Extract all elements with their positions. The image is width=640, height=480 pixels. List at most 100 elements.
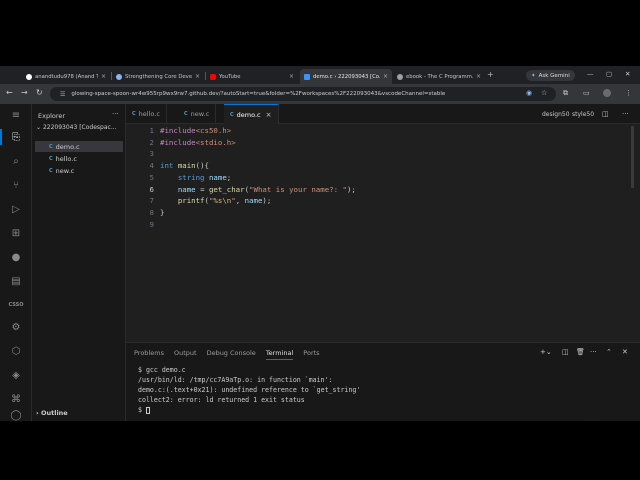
c-file-icon: C <box>184 111 188 117</box>
panel-tab-problems[interactable]: Problems <box>134 347 164 360</box>
code-line: name = get_char("What is your name?: "); <box>177 184 356 194</box>
browser-tab-github[interactable]: anandtudu978 (Anand Tu... × <box>22 69 110 84</box>
browser-menu-icon[interactable]: ⋮ <box>625 89 632 97</box>
forward-icon[interactable]: → <box>21 88 28 97</box>
minimize-icon[interactable]: — <box>587 70 594 78</box>
design50-button[interactable]: design50 <box>542 111 570 118</box>
line-number: 5 <box>149 172 154 182</box>
terminal-output[interactable]: $ gcc demo.c /usr/bin/ld: /tmp/cc7A9aTp.… <box>138 365 628 415</box>
close-panel-icon[interactable]: ✕ <box>622 348 628 356</box>
more-actions-icon[interactable]: ··· <box>590 348 597 356</box>
close-icon[interactable]: × <box>266 111 272 119</box>
code-line: } <box>160 207 165 217</box>
panel-tabs: Problems Output Debug Console Terminal P… <box>134 347 330 360</box>
panel-tab-output[interactable]: Output <box>174 347 197 360</box>
line-number: 7 <box>149 196 154 206</box>
python-icon[interactable]: ◈ <box>0 370 32 381</box>
menu-icon[interactable]: ≡ <box>0 110 32 121</box>
ask-gemini-button[interactable]: ✦ Ask Gemini <box>526 70 575 81</box>
c-file-icon: C <box>132 111 136 117</box>
code-line: #include<stdio.h> <box>160 137 236 147</box>
close-icon[interactable]: × <box>101 73 106 80</box>
line-number: 1 <box>149 126 154 135</box>
search-icon[interactable]: ⌕ <box>0 156 32 167</box>
explorer-icon[interactable]: ⎘ <box>0 129 32 145</box>
panel-tab-terminal[interactable]: Terminal <box>265 347 294 360</box>
code-line: string name; <box>177 172 232 182</box>
gear-cluster-icon[interactable]: ⚙ <box>0 322 32 333</box>
lens-icon[interactable]: ◉ <box>526 89 532 97</box>
maximize-icon[interactable]: ▢ <box>606 70 612 78</box>
panel-tab-debug-console[interactable]: Debug Console <box>207 347 256 360</box>
remote-explorer-icon[interactable]: ▤ <box>0 276 32 287</box>
close-icon[interactable]: × <box>476 73 481 80</box>
csso-icon[interactable]: CSSO <box>0 302 32 308</box>
site-icon <box>116 73 122 80</box>
bookmark-star-icon[interactable]: ☆ <box>541 89 547 97</box>
run-debug-icon[interactable]: ▷ <box>0 204 32 215</box>
gemini-icon: ✦ <box>531 72 536 79</box>
screen: anandtudu978 (Anand Tu... × Strengthenin… <box>0 66 640 421</box>
profile-avatar-icon[interactable] <box>603 89 611 97</box>
editor-tab-new-c[interactable]: C new.c <box>178 104 217 124</box>
editor-tab-hello-c[interactable]: C hello.c <box>126 104 167 124</box>
file-new-c[interactable]: C new.c <box>35 165 123 176</box>
code-editor[interactable]: 1 2 3 4 5 6 7 8 9 #include<cs50.h> #incl… <box>126 126 640 276</box>
terminal-prompt[interactable]: $ <box>138 405 628 415</box>
new-terminal-icon[interactable]: +⌄ <box>540 348 552 356</box>
terminal-cursor <box>145 406 150 414</box>
code-line: #include<cs50.h> <box>160 126 232 135</box>
explorer-sidebar: Explorer ··· ⌄ 222093043 [Codespac... C … <box>32 104 126 421</box>
explorer-title: Explorer <box>38 112 66 120</box>
github-icon <box>26 73 32 80</box>
trash-icon[interactable]: 🗑 <box>576 348 585 356</box>
editor-scrollbar[interactable] <box>631 126 634 188</box>
browser-tabstrip: anandtudu978 (Anand Tu... × Strengthenin… <box>0 66 640 84</box>
browser-tab-vscode[interactable]: demo.c › 222093043 [Co... × <box>300 69 392 84</box>
new-tab-button[interactable]: + <box>487 70 494 79</box>
sidebar-icon[interactable]: ▭ <box>583 89 590 97</box>
globe-icon <box>397 73 403 80</box>
file-hello-c[interactable]: C hello.c <box>35 153 123 164</box>
ports-icon[interactable]: ⌘ <box>0 394 32 405</box>
address-bar[interactable]: ☰ glowing-space-spoon-wr4w955rp9wx9rw7.g… <box>50 87 556 101</box>
editor-tab-demo-c[interactable]: C demo.c × <box>224 104 279 124</box>
more-actions-icon[interactable]: ··· <box>112 110 119 118</box>
editor-area: C hello.c C new.c C demo.c × design50 st… <box>126 104 640 421</box>
close-icon[interactable]: × <box>195 73 200 80</box>
site-info-icon[interactable]: ☰ <box>60 91 65 98</box>
source-control-icon[interactable]: ⑂ <box>0 180 32 191</box>
line-number: 8 <box>149 207 154 217</box>
back-icon[interactable]: ← <box>6 88 13 97</box>
containers-icon[interactable]: ⬡ <box>0 346 32 357</box>
split-terminal-icon[interactable]: ◫ <box>562 348 569 356</box>
split-editor-icon[interactable]: ◫ <box>602 110 609 118</box>
account-icon[interactable]: ◯ <box>0 410 32 421</box>
panel-tab-ports[interactable]: Ports <box>303 347 319 360</box>
browser-tab-strengthening[interactable]: Strengthening Core Devel... × <box>112 69 204 84</box>
line-number: 6 <box>149 184 154 194</box>
workspace-folder[interactable]: ⌄ 222093043 [Codespac... <box>36 124 117 131</box>
extensions-view-icon[interactable]: ⊞ <box>0 228 32 239</box>
vscode-icon <box>304 73 310 80</box>
file-demo-c[interactable]: C demo.c <box>35 141 123 152</box>
extensions-icon[interactable]: ⧉ <box>563 89 568 98</box>
chevron-down-icon: ⌄ <box>36 124 42 131</box>
reload-icon[interactable]: ↻ <box>36 88 43 97</box>
browser-toolbar: ← → ↻ ☰ glowing-space-spoon-wr4w955rp9wx… <box>0 84 640 104</box>
browser-tab-youtube[interactable]: YouTube × <box>206 69 298 84</box>
close-icon[interactable]: × <box>383 73 388 80</box>
terminal-line: collect2: error: ld returned 1 exit stat… <box>138 396 305 404</box>
url-text: glowing-space-spoon-wr4w955rp9wx9rw7.git… <box>71 91 446 97</box>
close-window-icon[interactable]: ✕ <box>625 70 630 78</box>
github-view-icon[interactable]: ● <box>0 252 32 263</box>
c-file-icon: C <box>230 111 234 118</box>
maximize-panel-icon[interactable]: ⌃ <box>606 348 612 356</box>
close-icon[interactable]: × <box>289 73 294 80</box>
browser-tab-ebook[interactable]: ebook - The C Programm... × <box>393 69 485 84</box>
more-actions-icon[interactable]: ··· <box>622 110 629 118</box>
webcam-overlay <box>526 420 636 421</box>
style50-button[interactable]: style50 <box>572 111 594 118</box>
outline-section[interactable]: › Outline <box>36 409 68 417</box>
activity-bar: ≡ ⎘ ⌕ ⑂ ▷ ⊞ ● ▤ CSSO ⚙ ⬡ ◈ ⌘ ◯ <box>0 104 32 421</box>
